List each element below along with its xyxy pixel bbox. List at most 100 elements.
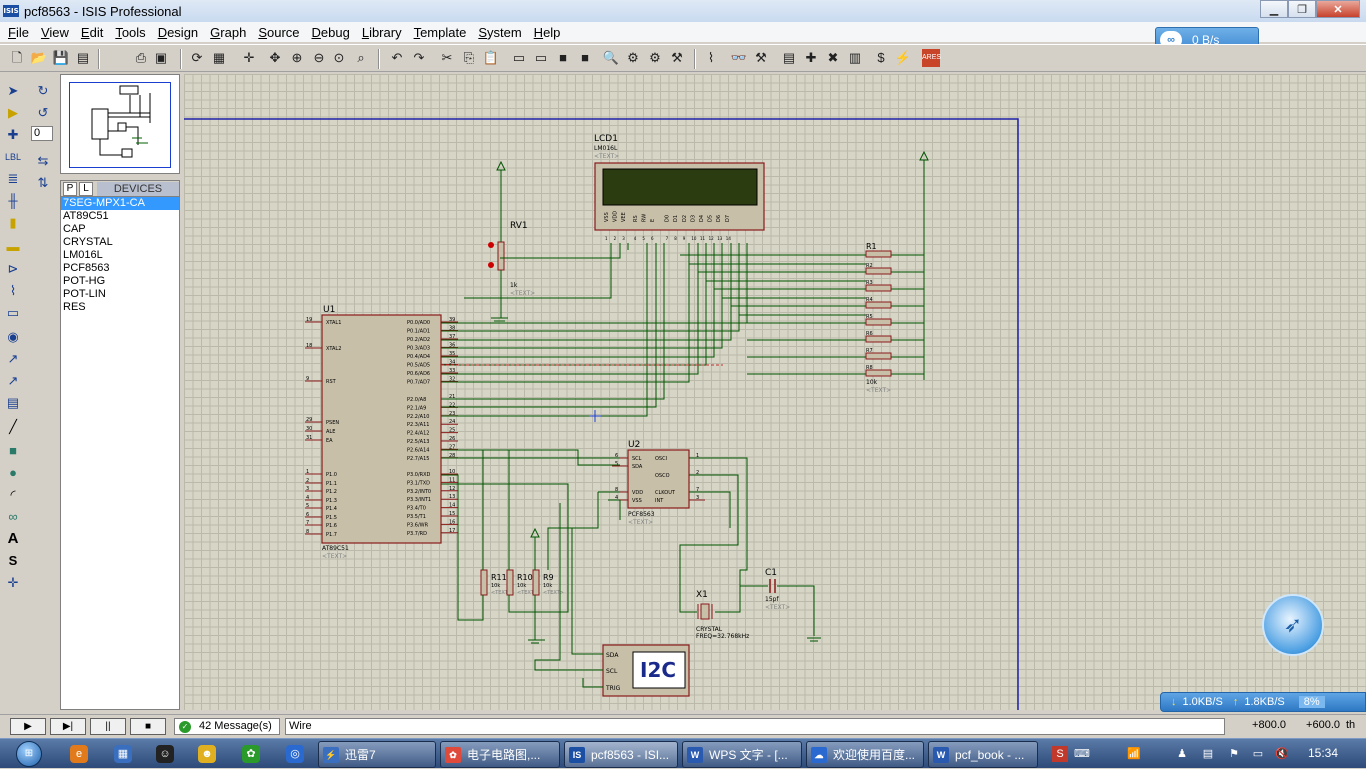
wifi-tray-icon[interactable]: 📶 — [1126, 746, 1142, 762]
taskbar-item[interactable]: IS pcf8563 - ISI... — [564, 741, 678, 768]
cut-icon[interactable]: ✂ — [438, 49, 456, 67]
symbol-icon[interactable]: S — [3, 552, 23, 570]
overview-window[interactable] — [60, 74, 180, 174]
resistor-bank[interactable]: R1 10k <TEXT> R2 R3 R4 R5 R6 R7 R8 — [865, 242, 892, 394]
start-button[interactable]: ⊞ — [2, 739, 56, 769]
box-icon[interactable]: ■ — [3, 442, 23, 460]
bill-of-materials-icon[interactable]: $ — [872, 49, 890, 67]
minimize-button[interactable]: ▁ — [1260, 0, 1288, 18]
close-button[interactable]: ✕ — [1316, 0, 1360, 18]
taskbar-item[interactable]: ✿ 电子电路图,... — [440, 741, 560, 768]
x1-crystal[interactable]: X1 CRYSTAL FREQ=32.768kHz — [696, 590, 749, 640]
chrome-quicklaunch-icon[interactable]: ◎ — [286, 745, 304, 763]
path-icon[interactable]: ∞ — [3, 508, 23, 526]
lcd-display-component[interactable]: LCD1 LM016L <TEXT> VSS 1 VDD 2 VEE 3 RS 4 RW 5 E 6 D… — [594, 134, 765, 241]
pick-device-icon[interactable]: 🔍 — [602, 49, 620, 67]
menu-tools[interactable]: Tools — [109, 25, 151, 40]
grid-icon[interactable]: ▦ — [210, 49, 228, 67]
subcircuit-icon[interactable]: ▮ — [3, 214, 23, 232]
menu-edit[interactable]: Edit — [75, 25, 109, 40]
volume-tray-icon[interactable]: 🔇 — [1274, 746, 1290, 762]
device-tray-icon[interactable]: ▤ — [1200, 746, 1216, 762]
menu-view[interactable]: View — [35, 25, 75, 40]
speed-monitor-bar[interactable]: ↓ 1.0KB/S ↑ 1.8KB/S 8% — [1160, 692, 1366, 712]
redo-icon[interactable]: ↷ — [410, 49, 428, 67]
search-tag-icon[interactable]: 👓 — [730, 49, 748, 67]
wire-label-icon[interactable]: LBL — [3, 148, 23, 166]
decompose-icon[interactable]: ⚒ — [668, 49, 686, 67]
u2-rtc-chip[interactable]: U2 PCF8563 <TEXT> 6 SCL5 SDA8 VDD4 VSS1OSCI2… — [612, 440, 705, 526]
selection-mode-icon[interactable]: ➤ — [3, 82, 23, 100]
avatar-quicklaunch-icon[interactable]: ☻ — [198, 745, 216, 763]
network-tray-icon[interactable]: ▭ — [1250, 746, 1266, 762]
sim-step-button[interactable]: ▶| — [50, 718, 86, 735]
sim-stop-button[interactable]: ■ — [130, 718, 166, 735]
media-quicklaunch-icon[interactable]: ✿ — [242, 745, 260, 763]
menu-debug[interactable]: Debug — [306, 25, 356, 40]
rotation-angle-input[interactable]: 0 — [31, 126, 53, 141]
mirror-x-icon[interactable]: ⇆ — [33, 152, 53, 170]
calculator-quicklaunch-icon[interactable]: ▦ — [114, 745, 132, 763]
c1-capacitor[interactable]: C1 15pf <TEXT> — [765, 568, 790, 611]
flag-tray-icon[interactable]: ⚑ — [1226, 746, 1242, 762]
block-move-icon[interactable]: ▭ — [532, 49, 550, 67]
message-count[interactable]: ✓ 42 Message(s) — [174, 718, 280, 735]
packaging-icon[interactable]: ⚙ — [646, 49, 664, 67]
device-item[interactable]: LM016L — [61, 249, 179, 262]
mirror-y-icon[interactable]: ⇅ — [33, 174, 53, 192]
copy-icon[interactable]: ⎘ — [460, 49, 478, 67]
menu-source[interactable]: Source — [252, 25, 305, 40]
library-manager-tab[interactable]: L — [79, 181, 93, 196]
menu-library[interactable]: Library — [356, 25, 408, 40]
device-item[interactable]: POT-LIN — [61, 288, 179, 301]
taskbar-item[interactable]: ☁ 欢迎使用百度... — [806, 741, 924, 768]
menu-template[interactable]: Template — [408, 25, 473, 40]
line-icon[interactable]: ╱ — [3, 418, 23, 436]
save-icon[interactable]: 💾 — [52, 49, 70, 67]
sogou-tray-icon[interactable]: S — [1052, 746, 1068, 762]
ares-icon[interactable]: ARES — [922, 49, 941, 67]
print-icon[interactable]: ⎙ — [132, 49, 150, 67]
menu-design[interactable]: Design — [152, 25, 204, 40]
generator-icon[interactable]: ◉ — [3, 328, 23, 346]
i2c-debugger[interactable]: I2C SDA SCL TRIG — [602, 644, 690, 697]
property-tool-icon[interactable]: ⚒ — [752, 49, 770, 67]
paste-icon[interactable]: 📋 — [482, 49, 500, 67]
block-copy-icon[interactable]: ▭ — [510, 49, 528, 67]
taskbar-item[interactable]: Wpcf_book - ... — [928, 741, 1038, 768]
sim-play-button[interactable]: ▶ — [10, 718, 46, 735]
pullup-resistors[interactable]: R1110k<TEXT>R1010k<TEXT>R910k<TEXT> — [480, 569, 564, 596]
device-pin-icon[interactable]: ⊳ — [3, 260, 23, 278]
remove-sheet-icon[interactable]: ✖ — [824, 49, 842, 67]
current-probe-icon[interactable]: ↗ — [3, 372, 23, 390]
terminal-icon[interactable]: ▬ — [3, 238, 23, 256]
print-area-icon[interactable]: ▣ — [152, 49, 170, 67]
device-item[interactable]: CAP — [61, 223, 179, 236]
text-script-icon[interactable]: ≣ — [3, 170, 23, 188]
rv1-potentiometer[interactable]: RV1 1k <TEXT> — [488, 221, 535, 297]
restore-button[interactable]: ❐ — [1288, 0, 1316, 18]
pullup-resistor[interactable] — [506, 569, 514, 596]
user-tray-icon[interactable]: ♟ — [1174, 746, 1190, 762]
menu-help[interactable]: Help — [528, 25, 567, 40]
qq-quicklaunch-icon[interactable]: ☺ — [156, 745, 174, 763]
add-sheet-icon[interactable]: ✚ — [802, 49, 820, 67]
block-delete-icon[interactable]: ■ — [576, 49, 594, 67]
rotate-ccw-icon[interactable]: ↺ — [33, 104, 53, 122]
taskbar-item[interactable]: ⚡ 迅雷7 — [318, 741, 436, 768]
device-item[interactable]: CRYSTAL — [61, 236, 179, 249]
junction-dot-icon[interactable]: ✚ — [3, 126, 23, 144]
text-icon[interactable]: A — [3, 530, 23, 548]
u1-microcontroller[interactable]: U1 AT89C51 <TEXT> 19 XTAL118 XTAL29 RST29 PS… — [305, 305, 458, 560]
device-item[interactable]: POT-HG — [61, 275, 179, 288]
arc-icon[interactable]: ◜ — [3, 486, 23, 504]
taskbar-item[interactable]: W WPS 文字 - [... — [682, 741, 802, 768]
pullup-resistor[interactable] — [480, 569, 488, 596]
zoom-out-icon[interactable]: ⊖ — [310, 49, 328, 67]
make-device-icon[interactable]: ⚙ — [624, 49, 642, 67]
device-item[interactable]: 7SEG-MPX1-CA — [61, 197, 179, 210]
new-file-icon[interactable]: 🗋 — [8, 49, 26, 67]
goto-sheet-icon[interactable]: ▥ — [846, 49, 864, 67]
device-item[interactable]: RES — [61, 301, 179, 314]
sim-pause-button[interactable]: || — [90, 718, 126, 735]
